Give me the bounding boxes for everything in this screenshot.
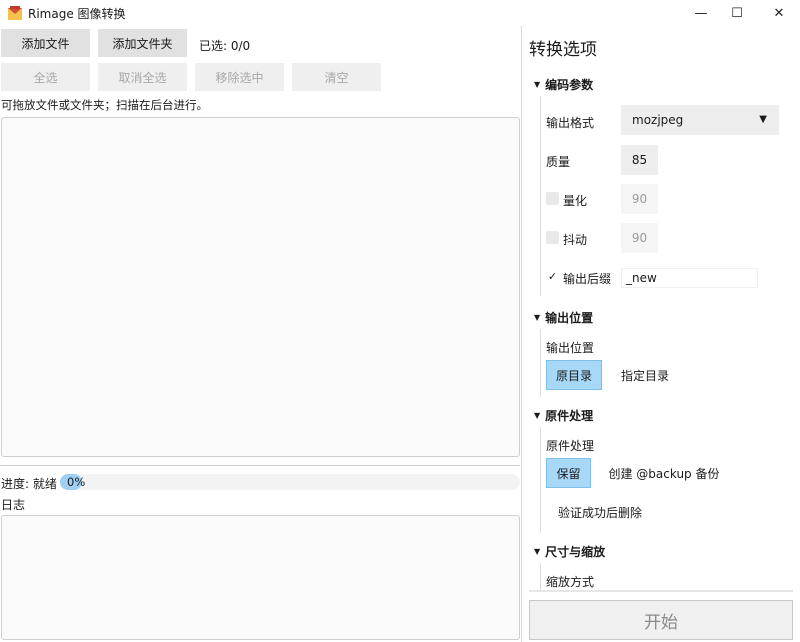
select-all-button[interactable]: 全选 bbox=[1, 63, 90, 91]
title-bar: Rimage 图像转换 — ☐ ✕ bbox=[0, 0, 800, 26]
section-original-title: 原件处理 bbox=[545, 409, 594, 423]
dither-label: 抖动 bbox=[563, 233, 588, 247]
backup-original-button[interactable]: 创建 @backup 备份 bbox=[602, 458, 726, 488]
maximize-button[interactable]: ☐ bbox=[719, 0, 755, 26]
section-output-title: 输出位置 bbox=[545, 311, 594, 325]
progress-percent: 0% bbox=[67, 475, 86, 489]
collapse-triangle-icon: ▼ bbox=[534, 80, 541, 89]
scale-mode-label: 缩放方式 bbox=[546, 575, 595, 589]
suffix-input[interactable]: _new bbox=[621, 268, 758, 288]
custom-dir-button[interactable]: 指定目录 bbox=[612, 360, 678, 390]
progress-label: 进度: 就绪 bbox=[1, 477, 57, 491]
chevron-down-icon: ▼ bbox=[759, 114, 767, 125]
options-title: 转换选项 bbox=[529, 40, 597, 60]
section-output-header[interactable]: ▼ 输出位置 bbox=[534, 309, 593, 326]
suffix-label: 输出后缀 bbox=[563, 272, 612, 286]
dither-spinbox[interactable]: 90 bbox=[621, 223, 658, 253]
collapse-triangle-icon: ▼ bbox=[534, 313, 541, 322]
pane-divider bbox=[521, 26, 522, 642]
section-size-line bbox=[540, 563, 541, 591]
output-location-label: 输出位置 bbox=[546, 341, 595, 355]
keep-original-button[interactable]: 保留 bbox=[546, 458, 591, 488]
delete-after-verify-button[interactable]: 验证成功后删除 bbox=[548, 497, 652, 527]
format-label: 输出格式 bbox=[546, 116, 595, 130]
file-list[interactable] bbox=[1, 117, 520, 457]
selected-count: 已选: 0/0 bbox=[199, 39, 251, 53]
deselect-all-button[interactable]: 取消全选 bbox=[98, 63, 187, 91]
minimize-button[interactable]: — bbox=[683, 0, 719, 26]
section-output-line bbox=[540, 329, 541, 397]
remove-selected-button[interactable]: 移除选中 bbox=[195, 63, 284, 91]
collapse-triangle-icon: ▼ bbox=[534, 411, 541, 420]
drop-hint: 可拖放文件或文件夹；扫描在后台进行。 bbox=[1, 98, 208, 112]
format-value: mozjpeg bbox=[632, 113, 684, 127]
add-file-button[interactable]: 添加文件 bbox=[1, 29, 90, 57]
window-title: Rimage 图像转换 bbox=[28, 7, 126, 21]
clear-button[interactable]: 清空 bbox=[292, 63, 381, 91]
section-original-header[interactable]: ▼ 原件处理 bbox=[534, 407, 593, 424]
section-encoding-title: 编码参数 bbox=[545, 78, 594, 92]
dither-checkbox[interactable] bbox=[546, 231, 559, 244]
section-encoding-line bbox=[540, 96, 541, 296]
maximize-icon: ☐ bbox=[731, 5, 743, 21]
log-output[interactable] bbox=[1, 515, 520, 640]
minimize-icon: — bbox=[694, 5, 708, 21]
quantize-spinbox[interactable]: 90 bbox=[621, 184, 658, 214]
section-original-line bbox=[540, 427, 541, 533]
quality-label: 质量 bbox=[546, 155, 571, 169]
check-icon: ✓ bbox=[547, 270, 558, 283]
quantize-label: 量化 bbox=[563, 194, 588, 208]
section-encoding-header[interactable]: ▼ 编码参数 bbox=[534, 76, 593, 93]
section-size-header[interactable]: ▼ 尺寸与缩放 bbox=[534, 543, 605, 560]
scroll-area-edge bbox=[529, 590, 793, 592]
original-handling-label: 原件处理 bbox=[546, 439, 595, 453]
app-icon bbox=[8, 6, 22, 20]
format-select[interactable]: mozjpeg ▼ bbox=[621, 105, 779, 135]
progress-bar: 0% bbox=[60, 474, 520, 490]
quantize-checkbox[interactable] bbox=[546, 192, 559, 205]
add-folder-button[interactable]: 添加文件夹 bbox=[98, 29, 187, 57]
splitter[interactable] bbox=[0, 465, 520, 466]
collapse-triangle-icon: ▼ bbox=[534, 547, 541, 556]
quality-spinbox[interactable]: 85 bbox=[621, 145, 658, 175]
start-button[interactable]: 开始 bbox=[529, 600, 793, 640]
close-button[interactable]: ✕ bbox=[761, 0, 797, 26]
original-dir-button[interactable]: 原目录 bbox=[546, 360, 602, 390]
log-label: 日志 bbox=[1, 498, 26, 512]
suffix-checkbox[interactable]: ✓ bbox=[546, 270, 559, 283]
section-size-title: 尺寸与缩放 bbox=[545, 545, 606, 559]
close-icon: ✕ bbox=[773, 5, 785, 21]
